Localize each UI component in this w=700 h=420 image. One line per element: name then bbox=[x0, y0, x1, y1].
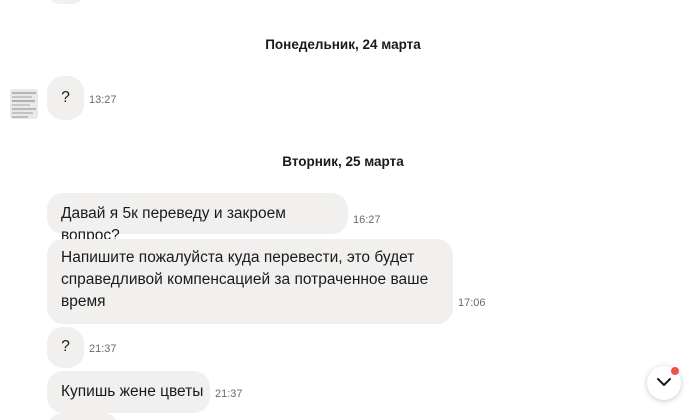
message-row: ? 21:37 bbox=[47, 327, 117, 368]
message-row: Купишь жене цветы 21:37 bbox=[47, 371, 243, 413]
message-row: Напишите пожалуйста куда перевести, это … bbox=[47, 239, 486, 324]
message-bubble-partial bbox=[48, 0, 84, 4]
avatar[interactable] bbox=[10, 89, 38, 119]
scroll-to-bottom-button[interactable] bbox=[647, 366, 681, 400]
message-time: 21:37 bbox=[89, 343, 117, 355]
message-bubble[interactable]: Купишь жене цветы bbox=[47, 371, 210, 413]
message-bubble[interactable]: ? bbox=[47, 327, 84, 368]
message-time: 17:06 bbox=[458, 297, 486, 309]
message-time: 21:37 bbox=[215, 388, 243, 400]
message-row: ? 13:27 bbox=[47, 76, 117, 120]
notification-dot bbox=[671, 367, 679, 375]
chat-area: Понедельник, 24 марта ? 13:27 Вторник, 2… bbox=[0, 0, 700, 420]
message-bubble[interactable]: Напишите пожалуйста куда перевести, это … bbox=[47, 239, 453, 324]
message-bubble[interactable]: Давай я 5к переведу и закроем вопрос? bbox=[47, 193, 348, 244]
message-bubble-partial bbox=[48, 413, 118, 420]
message-time: 13:27 bbox=[89, 94, 117, 106]
chevron-down-icon bbox=[656, 374, 672, 392]
message-row: Давай я 5к переведу и закроем вопрос? 16… bbox=[47, 193, 381, 244]
date-separator: Понедельник, 24 марта bbox=[265, 37, 421, 52]
date-separator: Вторник, 25 марта bbox=[282, 154, 404, 169]
message-time: 16:27 bbox=[353, 214, 381, 226]
message-bubble[interactable]: ? bbox=[47, 76, 84, 120]
